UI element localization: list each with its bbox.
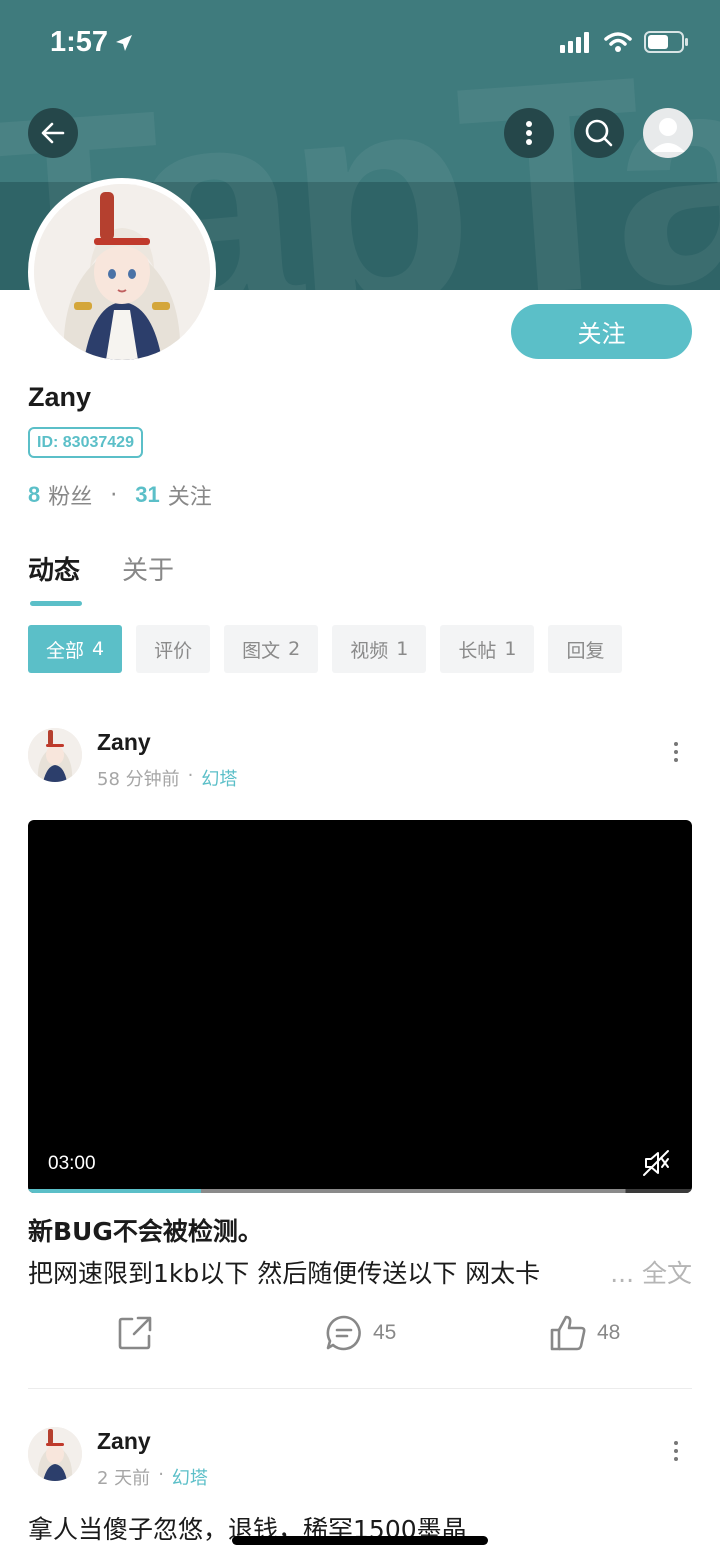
post-more-icon[interactable] <box>672 742 680 762</box>
filter-image-text-label: 图文 <box>242 639 281 662</box>
content-filter-bar: 全部 4 评价 图文 2 视频 1 长帖 1 回复 <box>28 625 623 673</box>
filter-video-count: 1 <box>396 638 409 660</box>
muted-speaker-icon <box>643 1150 669 1176</box>
filter-all[interactable]: 全部 4 <box>28 625 123 673</box>
profile-username: Zany <box>28 382 92 412</box>
post-actions: 45 48 <box>0 1314 720 1360</box>
post-author-avatar[interactable] <box>28 728 82 782</box>
post-author-name[interactable]: Zany <box>97 729 151 756</box>
filter-all-count: 4 <box>92 638 105 660</box>
filter-replies-label: 回复 <box>566 639 605 662</box>
anime-character-avatar-image <box>28 728 82 782</box>
arrow-left-icon <box>41 122 65 144</box>
back-button[interactable] <box>28 108 78 158</box>
search-icon <box>585 119 613 147</box>
filter-all-label: 全部 <box>46 639 85 662</box>
post-game-link[interactable]: 幻塔 <box>172 1464 208 1490</box>
status-bar: 1:57 <box>0 0 720 88</box>
thumbs-up-icon <box>550 1315 586 1351</box>
post-time: 58 分钟前 <box>97 769 180 790</box>
post-meta: 58 分钟前 · 幻塔 <box>97 765 237 791</box>
filter-video-label: 视频 <box>350 639 389 662</box>
mute-toggle-button[interactable] <box>642 1149 670 1181</box>
tab-activity[interactable]: 动态 <box>28 550 80 587</box>
profile-tabs: 动态 关于 <box>28 550 174 587</box>
post-divider <box>28 1388 692 1389</box>
filter-replies[interactable]: 回复 <box>548 625 623 673</box>
comment-button[interactable]: 45 <box>325 1314 396 1352</box>
read-more-link[interactable]: ... 全文 <box>570 1254 692 1290</box>
comment-icon <box>326 1315 361 1351</box>
more-vertical-icon <box>526 121 532 145</box>
following-count[interactable]: 31 <box>135 482 159 508</box>
post-author-avatar[interactable] <box>28 1427 82 1481</box>
status-time-text: 1:57 <box>50 26 109 58</box>
user-placeholder-icon <box>651 118 685 152</box>
post-meta-dot: · <box>187 765 194 786</box>
filter-long-post-count: 1 <box>504 638 517 660</box>
filter-long-post-label: 长帖 <box>458 639 497 662</box>
post-meta-dot: · <box>158 1464 164 1485</box>
follow-button[interactable]: 关注 <box>511 304 692 359</box>
post-time: 2 天前 <box>97 1468 151 1489</box>
following-label[interactable]: 关注 <box>168 479 212 511</box>
post-title[interactable]: 新BUG不会被检测。 <box>28 1212 263 1248</box>
post-video-player[interactable]: 03:00 <box>28 820 692 1193</box>
active-tab-indicator <box>30 601 82 606</box>
video-progress-bar[interactable] <box>28 1189 692 1193</box>
post-meta: 2 天前 · 幻塔 <box>97 1464 208 1490</box>
video-progress-fill <box>28 1189 201 1193</box>
filter-long-post[interactable]: 长帖 1 <box>440 625 535 673</box>
video-duration: 03:00 <box>48 1153 96 1174</box>
profile-avatar <box>28 178 216 366</box>
post-header: Zany 2 天前 · 幻塔 <box>28 1427 692 1490</box>
status-time: 1:57 <box>50 26 134 59</box>
stats-separator: · <box>110 482 118 508</box>
filter-reviews-label: 评价 <box>154 639 193 662</box>
like-count: 48 <box>597 1321 621 1344</box>
share-button[interactable] <box>116 1314 154 1352</box>
post-more-icon[interactable] <box>672 1441 680 1461</box>
status-icons <box>560 30 690 54</box>
user-avatar-button[interactable] <box>643 108 693 158</box>
profile-stats: 8 粉丝 · 31 关注 <box>28 479 212 511</box>
wifi-icon <box>604 32 632 52</box>
like-button[interactable]: 48 <box>549 1314 620 1352</box>
share-icon <box>118 1316 152 1350</box>
search-button[interactable] <box>574 108 624 158</box>
post-author-name[interactable]: Zany <box>97 1428 151 1455</box>
battery-icon <box>644 31 688 53</box>
user-id-badge[interactable]: ID: 83037429 <box>28 427 143 458</box>
post-header: Zany 58 分钟前 · 幻塔 <box>28 728 692 791</box>
tab-about[interactable]: 关于 <box>122 550 174 587</box>
fans-label[interactable]: 粉丝 <box>48 479 92 511</box>
comment-count: 45 <box>373 1321 397 1344</box>
anime-character-avatar-image <box>34 184 210 360</box>
fans-count[interactable]: 8 <box>28 482 40 508</box>
post-game-link[interactable]: 幻塔 <box>201 765 237 791</box>
more-options-button[interactable] <box>504 108 554 158</box>
cellular-signal-icon <box>560 32 589 53</box>
filter-image-text-count: 2 <box>288 638 301 660</box>
filter-image-text[interactable]: 图文 2 <box>224 625 319 673</box>
anime-character-avatar-image <box>28 1427 82 1481</box>
location-arrow-icon <box>116 34 133 51</box>
filter-video[interactable]: 视频 1 <box>332 625 427 673</box>
home-indicator[interactable] <box>232 1536 488 1545</box>
filter-reviews[interactable]: 评价 <box>136 625 211 673</box>
